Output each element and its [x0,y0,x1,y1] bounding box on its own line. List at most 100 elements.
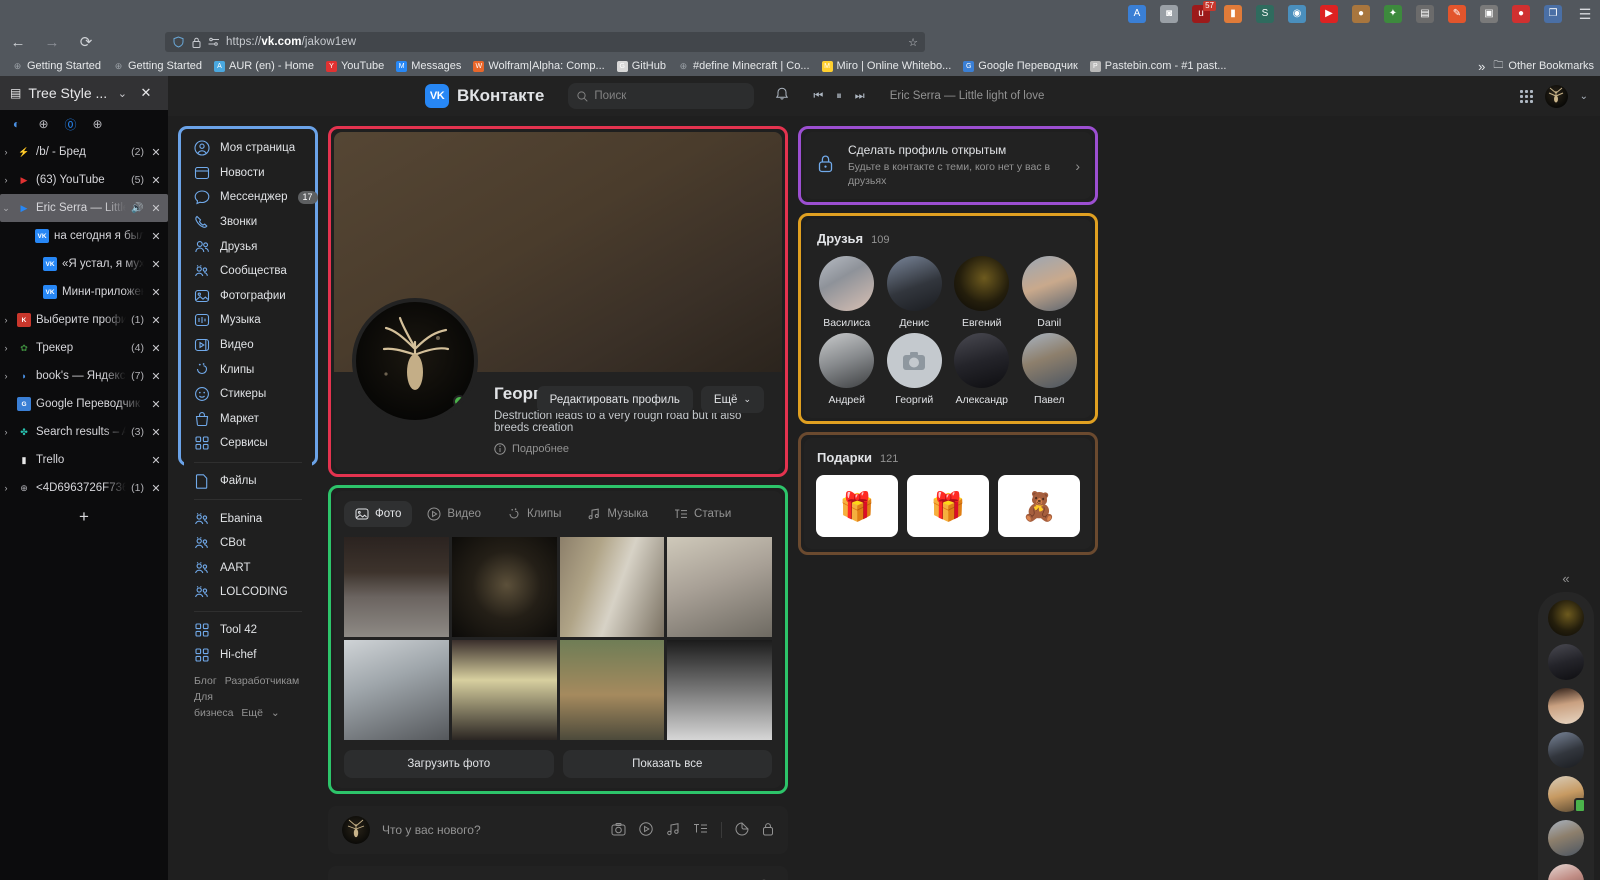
shield-icon[interactable] [172,36,184,48]
open-profile-banner[interactable]: Сделать профиль открытым Будьте в контак… [804,132,1092,199]
tab-close-button[interactable]: ✕ [149,258,163,271]
gift-blue-creatures[interactable]: 🎁 [816,475,898,537]
nav-item-friends[interactable]: Друзья [184,234,312,259]
nav-item-calls[interactable]: Звонки [184,210,312,235]
bookmarks-overflow-icon[interactable]: » [1478,59,1485,74]
bookmark-item[interactable]: GGoogle Переводчик [957,57,1084,75]
photo-person-horse[interactable] [560,640,665,740]
tab-item[interactable]: ⌄▶Eric Serra — Little light of love🔊✕ [0,194,168,222]
tab-item[interactable]: ›✿Трекер(4)✕ [0,334,168,362]
bookmark-item[interactable]: GGitHub [611,57,672,75]
sticker-icon[interactable] [735,822,749,839]
wallet-extension[interactable]: ▤ [1416,5,1434,23]
lock-icon[interactable] [190,36,202,48]
stylus-extension[interactable]: S [1256,5,1274,23]
dock-avatar-5[interactable] [1548,776,1584,812]
media-tab-photo[interactable]: Фото [344,501,412,527]
trash-extension[interactable]: ▮ [1224,5,1242,23]
poll-icon[interactable] [693,822,708,838]
friends-header[interactable]: Друзья 109 [804,219,1092,256]
player-next-button[interactable]: ⏭ [855,90,865,103]
tab-close-button[interactable]: ✕ [149,286,163,299]
video-downloader-extension[interactable]: ▶ [1320,5,1338,23]
player-prev-button[interactable]: ⏮ [813,90,823,103]
nav-item-profile[interactable]: Моя страница [184,136,312,161]
new-tab-button[interactable]: + [0,502,168,532]
bookmark-item[interactable]: MMiro | Online Whitebo... [816,57,958,75]
friend-item[interactable]: Денис [884,256,946,329]
globe-icon[interactable]: ⊕ [35,116,52,133]
photo-kitten[interactable] [667,537,772,637]
translate-extension[interactable]: A [1128,5,1146,23]
tab-twisty-icon[interactable]: › [0,343,12,353]
lock-icon[interactable] [762,822,774,839]
dock-avatar-7[interactable] [1548,864,1584,880]
profile-more-button[interactable]: Ещё ⌄ [701,386,764,413]
photo-action-button[interactable]: Показать все [563,750,773,778]
sidebar-close-button[interactable]: ✕ [134,78,158,108]
tab-twisty-icon[interactable]: › [0,147,12,157]
photo-person-dreadlocks[interactable] [344,640,449,740]
tab-item[interactable]: VKна сегодня я был мухожук✕ [0,222,168,250]
edit-profile-button[interactable]: Редактировать профиль [537,386,693,413]
nav-item-market[interactable]: Маркет [184,407,312,432]
nav-item-services[interactable]: Hi-chef [184,642,312,667]
video-icon[interactable] [639,822,653,839]
media-tab-clips[interactable]: Клипы [496,501,572,527]
ublock-extension[interactable]: u57 [1192,5,1210,23]
nav-item-services[interactable]: Сервисы [184,431,312,456]
gifts-header[interactable]: Подарки 121 [804,438,1092,475]
bookmark-item[interactable]: ⊕Getting Started [107,57,208,75]
dock-avatar-4[interactable] [1548,732,1584,768]
photo-person-car[interactable] [344,537,449,637]
tab-close-button[interactable]: ✕ [149,370,163,383]
dock-avatar-1[interactable] [1548,600,1584,636]
back-button[interactable]: ← [8,32,28,52]
forward-button[interactable]: → [42,32,62,52]
tracker-extension[interactable]: ✦ [1384,5,1402,23]
tab-item[interactable]: ›KВыберите профиль(1)✕ [0,306,168,334]
tab-twisty-icon[interactable]: › [0,371,12,381]
tab-twisty-icon[interactable]: › [0,175,12,185]
tab-item[interactable]: ›⚡/b/ - Бред(2)✕ [0,138,168,166]
nav-item-clips[interactable]: Клипы [184,357,312,382]
highlighter-extension[interactable]: ✎ [1448,5,1466,23]
tab-item[interactable]: GGoogle Переводчик✕ [0,390,168,418]
tab-twisty-icon[interactable]: › [0,315,12,325]
tab-close-button[interactable]: ✕ [149,146,163,159]
friend-item[interactable]: Евгений [951,256,1013,329]
friend-item[interactable]: Георгий [884,333,946,406]
media-tab-articles[interactable]: Статьи [663,501,742,527]
tab-close-button[interactable]: ✕ [149,454,163,467]
reader-mode-icon[interactable] [208,36,220,48]
photo-action-button[interactable]: Загрузить фото [344,750,554,778]
screenshot-extension[interactable]: ◙ [1160,5,1178,23]
friend-item[interactable]: Василиса [816,256,878,329]
other-bookmarks-folder[interactable]: 🗀 Other Bookmarks [1493,58,1594,75]
reload-button[interactable]: ⟳ [76,32,96,52]
tab-item[interactable]: ›⊕<4D6963726F736(1)✕ [0,474,168,502]
music-icon[interactable] [666,822,680,839]
friend-item[interactable]: Андрей [816,333,878,406]
tab-item[interactable]: VK«Я устал, я мухожук», —✕ [0,250,168,278]
bookmark-item[interactable]: WWolfram|Alpha: Comp... [467,57,610,75]
bookmark-item[interactable]: AAUR (en) - Home [208,57,320,75]
tab-item[interactable]: VKМини-приложения✕ [0,278,168,306]
apps-grid-icon[interactable] [1520,90,1533,103]
photo-person-jacket[interactable] [452,640,557,740]
gift-orange-baby[interactable]: 🧸 [998,475,1080,537]
tab-close-button[interactable]: ✕ [149,174,163,187]
nav-item-news[interactable]: Новости [184,161,312,186]
tab-group-icon[interactable]: ⓪ [62,116,79,133]
tab-close-button[interactable]: ✕ [149,230,163,243]
address-bar[interactable]: https://vk.com/jakow1ew ☆ [165,32,925,52]
browser-menu-icon[interactable]: ☰ [1576,5,1594,23]
account-chevron-icon[interactable]: ⌄ [1580,91,1588,102]
tab-sound-icon[interactable]: 🔊 [131,203,144,214]
bookmark-item[interactable]: MMessages [390,57,467,75]
tab-close-button[interactable]: ✕ [149,342,163,355]
nav-item-files[interactable]: Файлы [184,469,312,494]
tab-item[interactable]: ›▶(63) YouTube(5)✕ [0,166,168,194]
tab-item[interactable]: ›◗book's — Яндекс.Диск(7)✕ [0,362,168,390]
media-tab-video[interactable]: Видео [416,501,492,527]
